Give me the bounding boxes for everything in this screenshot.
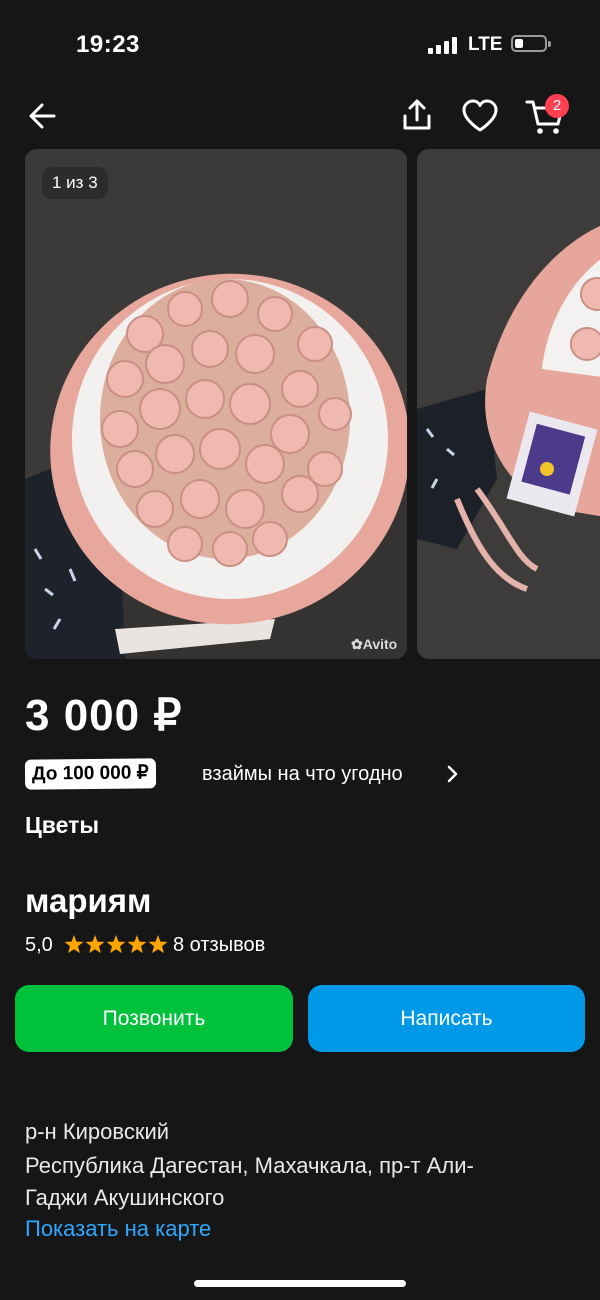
show-on-map-link[interactable]: Показать на карте: [25, 1213, 211, 1245]
cart-count-badge: 2: [545, 94, 569, 118]
product-photo[interactable]: [25, 149, 407, 659]
status-bar: 19:23 LTE: [0, 0, 600, 90]
battery-icon: [511, 35, 551, 52]
signal-icon: [428, 36, 458, 54]
heart-icon[interactable]: [460, 98, 500, 134]
address-line-1: Республика Дагестан, Махачкала, пр-т Али…: [25, 1153, 474, 1178]
photo-gallery[interactable]: [0, 149, 600, 659]
write-button[interactable]: Написать: [308, 985, 585, 1052]
star-icon: [127, 935, 147, 954]
status-time: 19:23: [76, 31, 140, 58]
photo-counter: 1 из 3: [42, 167, 108, 199]
address-district: р-н Кировский: [25, 1119, 170, 1144]
home-indicator: [194, 1280, 406, 1287]
top-navigation: [0, 90, 600, 140]
star-icon: [148, 935, 168, 954]
rating-value: 5,0: [25, 934, 53, 956]
loan-amount-badge[interactable]: До 100 000 ₽: [24, 758, 156, 790]
watermark-text: Avito: [362, 636, 398, 652]
listing-category: Цветы: [25, 812, 100, 838]
listing-price: 3 000 ₽: [25, 691, 183, 740]
reviews-count[interactable]: 8 отзывов: [173, 931, 265, 959]
star-icon: [106, 935, 126, 954]
chevron-right-icon[interactable]: [445, 763, 461, 785]
star-icon: [64, 935, 84, 954]
seller-name[interactable]: мариям: [25, 882, 151, 920]
network-type: LTE: [468, 34, 503, 55]
product-photo-next[interactable]: [417, 149, 600, 659]
star-icon: [85, 935, 105, 954]
call-button[interactable]: Позвонить: [15, 985, 293, 1052]
back-arrow-icon[interactable]: [24, 98, 60, 134]
share-icon[interactable]: [398, 96, 436, 134]
avito-watermark: ✿Avito: [351, 636, 397, 653]
rating-stars: [64, 935, 168, 954]
loan-offer-text[interactable]: взаймы на что угодно: [202, 761, 403, 787]
address-line-2: Гаджи Акушинского: [25, 1185, 225, 1210]
avito-logo-icon: ✿: [351, 636, 363, 652]
